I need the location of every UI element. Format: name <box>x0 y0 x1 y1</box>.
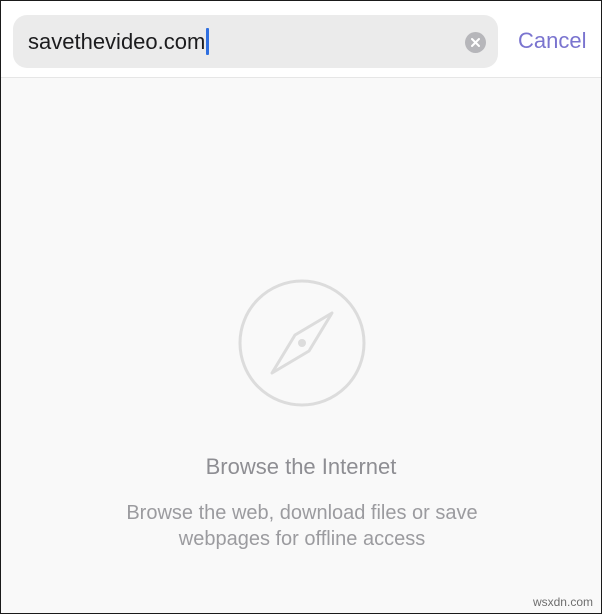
clear-icon[interactable] <box>465 32 486 53</box>
search-input[interactable]: savethevideo.com <box>28 28 210 56</box>
empty-state-description: Browse the web, download files or save w… <box>61 500 543 552</box>
text-cursor <box>206 28 210 55</box>
compass-icon <box>237 278 367 408</box>
watermark: wsxdn.com <box>532 595 593 609</box>
search-bar: savethevideo.com Cancel <box>1 1 601 78</box>
empty-state-description-line: webpages for offline access <box>178 528 426 550</box>
search-input-value: savethevideo.com <box>28 29 206 54</box>
cancel-button[interactable]: Cancel <box>518 27 586 55</box>
empty-state-title: Browse the Internet <box>205 454 397 479</box>
browser-screen: savethevideo.com Cancel Browse the Inter… <box>0 0 602 614</box>
address-search-field[interactable]: savethevideo.com <box>13 15 498 68</box>
empty-state-description-line: Browse the web, download files or save <box>126 502 478 524</box>
